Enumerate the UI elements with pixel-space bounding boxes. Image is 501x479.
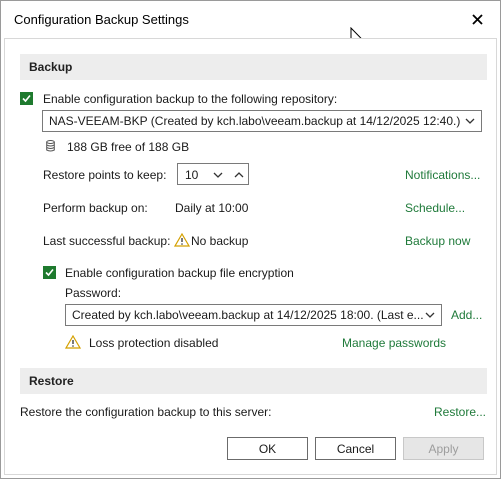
- restore-section-header: Restore: [20, 368, 487, 394]
- storage-free-text: 188 GB free of 188 GB: [67, 140, 190, 154]
- perform-backup-value: Daily at 10:00: [175, 201, 249, 215]
- ok-button[interactable]: OK: [227, 437, 308, 460]
- notifications-link[interactable]: Notifications...: [405, 168, 480, 182]
- password-select[interactable]: Created by kch.labo\veeam.backup at 14/1…: [65, 304, 442, 326]
- schedule-link[interactable]: Schedule...: [405, 201, 465, 215]
- warning-icon: [65, 335, 81, 349]
- backup-now-link[interactable]: Backup now: [405, 234, 470, 248]
- enable-backup-label: Enable configuration backup to the follo…: [43, 92, 338, 106]
- dialog-title: Configuration Backup Settings: [14, 12, 189, 27]
- password-select-value: Created by kch.labo\veeam.backup at 14/1…: [72, 308, 424, 322]
- database-icon: [46, 140, 55, 152]
- repository-select-value: NAS-VEEAM-BKP (Created by kch.labo\veeam…: [49, 114, 461, 128]
- enable-backup-checkbox[interactable]: [20, 92, 33, 105]
- chevron-down-icon: [425, 312, 435, 318]
- restore-link[interactable]: Restore...: [434, 405, 486, 419]
- chevron-down-icon: [465, 118, 475, 124]
- dialog-content: Backup Enable configuration backup to th…: [4, 38, 497, 475]
- warning-icon: [174, 233, 190, 247]
- restore-points-stepper[interactable]: 10: [177, 163, 249, 185]
- loss-protection-text: Loss protection disabled: [89, 336, 219, 350]
- last-backup-value: No backup: [191, 234, 249, 248]
- increment-chevron-icon[interactable]: [234, 172, 244, 178]
- backup-section-header: Backup: [20, 54, 487, 80]
- close-icon: [471, 13, 483, 25]
- apply-button[interactable]: Apply: [403, 437, 484, 460]
- checkmark-icon: [45, 268, 54, 277]
- encryption-checkbox[interactable]: [43, 266, 56, 279]
- add-password-link[interactable]: Add...: [451, 308, 482, 322]
- perform-backup-label: Perform backup on:: [43, 201, 148, 215]
- configuration-backup-settings-dialog: Configuration Backup Settings Backup Ena…: [0, 0, 501, 479]
- encryption-label: Enable configuration backup file encrypt…: [65, 266, 294, 280]
- manage-passwords-link[interactable]: Manage passwords: [342, 336, 446, 350]
- restore-label: Restore the configuration backup to this…: [20, 405, 272, 419]
- repository-select[interactable]: NAS-VEEAM-BKP (Created by kch.labo\veeam…: [42, 110, 482, 132]
- decrement-chevron-icon[interactable]: [213, 172, 223, 178]
- last-backup-label: Last successful backup:: [43, 234, 171, 248]
- close-button[interactable]: [464, 7, 490, 31]
- password-label: Password:: [65, 286, 122, 300]
- checkmark-icon: [22, 94, 31, 103]
- restore-points-label: Restore points to keep:: [43, 168, 167, 182]
- cancel-button[interactable]: Cancel: [315, 437, 396, 460]
- title-bar: Configuration Backup Settings: [1, 1, 500, 38]
- restore-points-value: 10: [185, 168, 199, 182]
